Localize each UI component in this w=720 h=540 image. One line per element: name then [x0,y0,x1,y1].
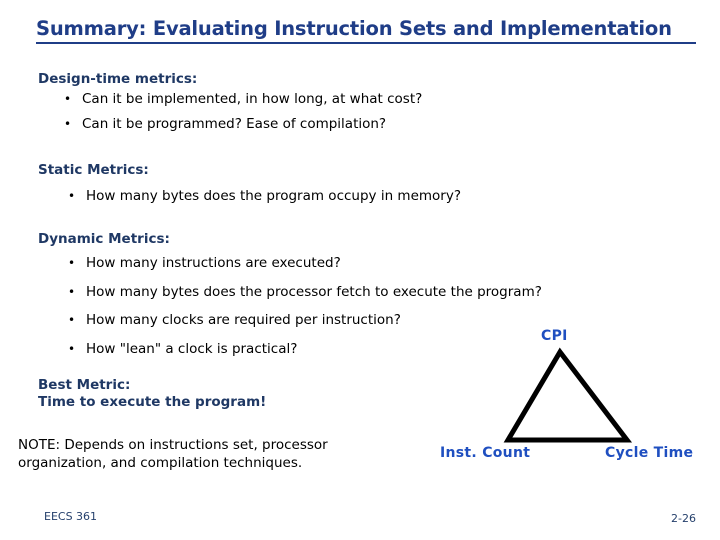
best-metric-value: Time to execute the program! [38,394,267,411]
bullet-list-design-time: • Can it be implemented, in how long, at… [64,91,423,142]
list-item-label: How many instructions are executed? [86,255,341,271]
bullet-icon: • [68,284,76,299]
bullet-icon: • [68,313,76,327]
diagram-label-inst-count: Inst. Count [440,445,531,461]
performance-triangle-diagram: CPI Inst. Count Cycle Time [430,320,720,480]
note-line-1: NOTE: Depends on instructions set, proce… [18,437,328,453]
list-item-label: How many clocks are required per instruc… [86,312,401,328]
list-item-label: Can it be programmed? Ease of compilatio… [82,115,387,132]
list-item: • How many bytes does the processor fetc… [68,283,542,300]
section-heading-design-time: Design-time metrics: [38,71,198,87]
section-heading-dynamic: Dynamic Metrics: [38,231,170,247]
list-item-label: How "lean" a clock is practical? [86,340,298,357]
page-title: Summary: Evaluating Instruction Sets and… [36,18,696,45]
diagram-label-cycle-time: Cycle Time [605,445,694,461]
footer-course-label: EECS 361 [44,510,98,523]
note-line-2: organization, and compilation techniques… [18,454,303,471]
bullet-list-static: • How many bytes does the program occupy… [68,188,461,204]
bullet-icon: • [64,116,72,131]
best-metric-heading: Best Metric: [38,377,131,393]
bullet-icon: • [68,256,76,270]
diagram-label-cpi: CPI [541,328,568,344]
bullet-icon: • [64,92,72,106]
best-metric-block: Best Metric: Time to execute the program… [38,377,266,412]
list-item-label: Can it be implemented, in how long, at w… [82,91,423,107]
bullet-icon: • [68,189,76,203]
list-item-label: How many bytes does the program occupy i… [86,188,461,204]
list-item: • How many instructions are executed? [68,255,542,271]
bullet-icon: • [68,341,76,356]
list-item: • Can it be implemented, in how long, at… [64,91,423,107]
note-block: NOTE: Depends on instructions set, proce… [18,437,328,472]
list-item-label: How many bytes does the processor fetch … [86,283,542,300]
list-item: • Can it be programmed? Ease of compilat… [64,115,422,132]
footer-page-number: 2-26 [671,512,696,525]
section-heading-static: Static Metrics: [38,162,149,178]
slide: Summary: Evaluating Instruction Sets and… [0,0,720,540]
list-item: • How many bytes does the program occupy… [68,188,461,204]
